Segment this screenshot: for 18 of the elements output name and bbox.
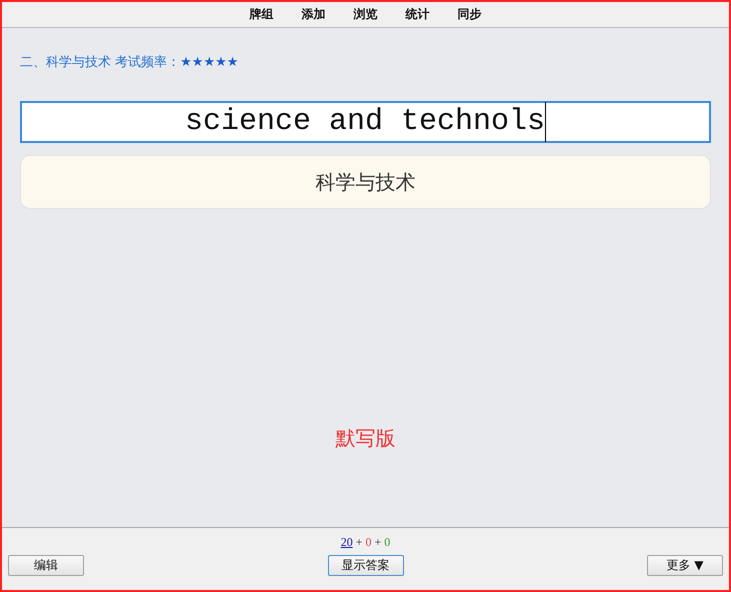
- show-answer-button[interactable]: 显示答案: [328, 555, 404, 576]
- card-count: 0: [384, 535, 390, 550]
- question-card: 科学与技术: [20, 155, 711, 209]
- mode-label: 默写版: [336, 424, 396, 452]
- nav-link[interactable]: 牌组: [248, 6, 274, 23]
- nav-link[interactable]: 同步: [456, 6, 482, 23]
- card-count: 20: [340, 535, 353, 550]
- plus-sign: +: [374, 535, 382, 550]
- card-heading: 二、科学与技术 考试频率：: [20, 54, 180, 71]
- nav-link[interactable]: 添加: [300, 6, 326, 23]
- nav-link[interactable]: 统计: [404, 6, 430, 23]
- edit-button[interactable]: 编辑: [8, 555, 84, 576]
- plus-sign: +: [356, 535, 362, 550]
- card-count: 0: [366, 535, 372, 550]
- nav-link[interactable]: 浏览: [352, 6, 378, 23]
- star-rating: ★★★★★: [180, 54, 238, 70]
- answer-field[interactable]: science and technols: [20, 101, 711, 143]
- more-button[interactable]: 更多 ▼: [647, 555, 723, 576]
